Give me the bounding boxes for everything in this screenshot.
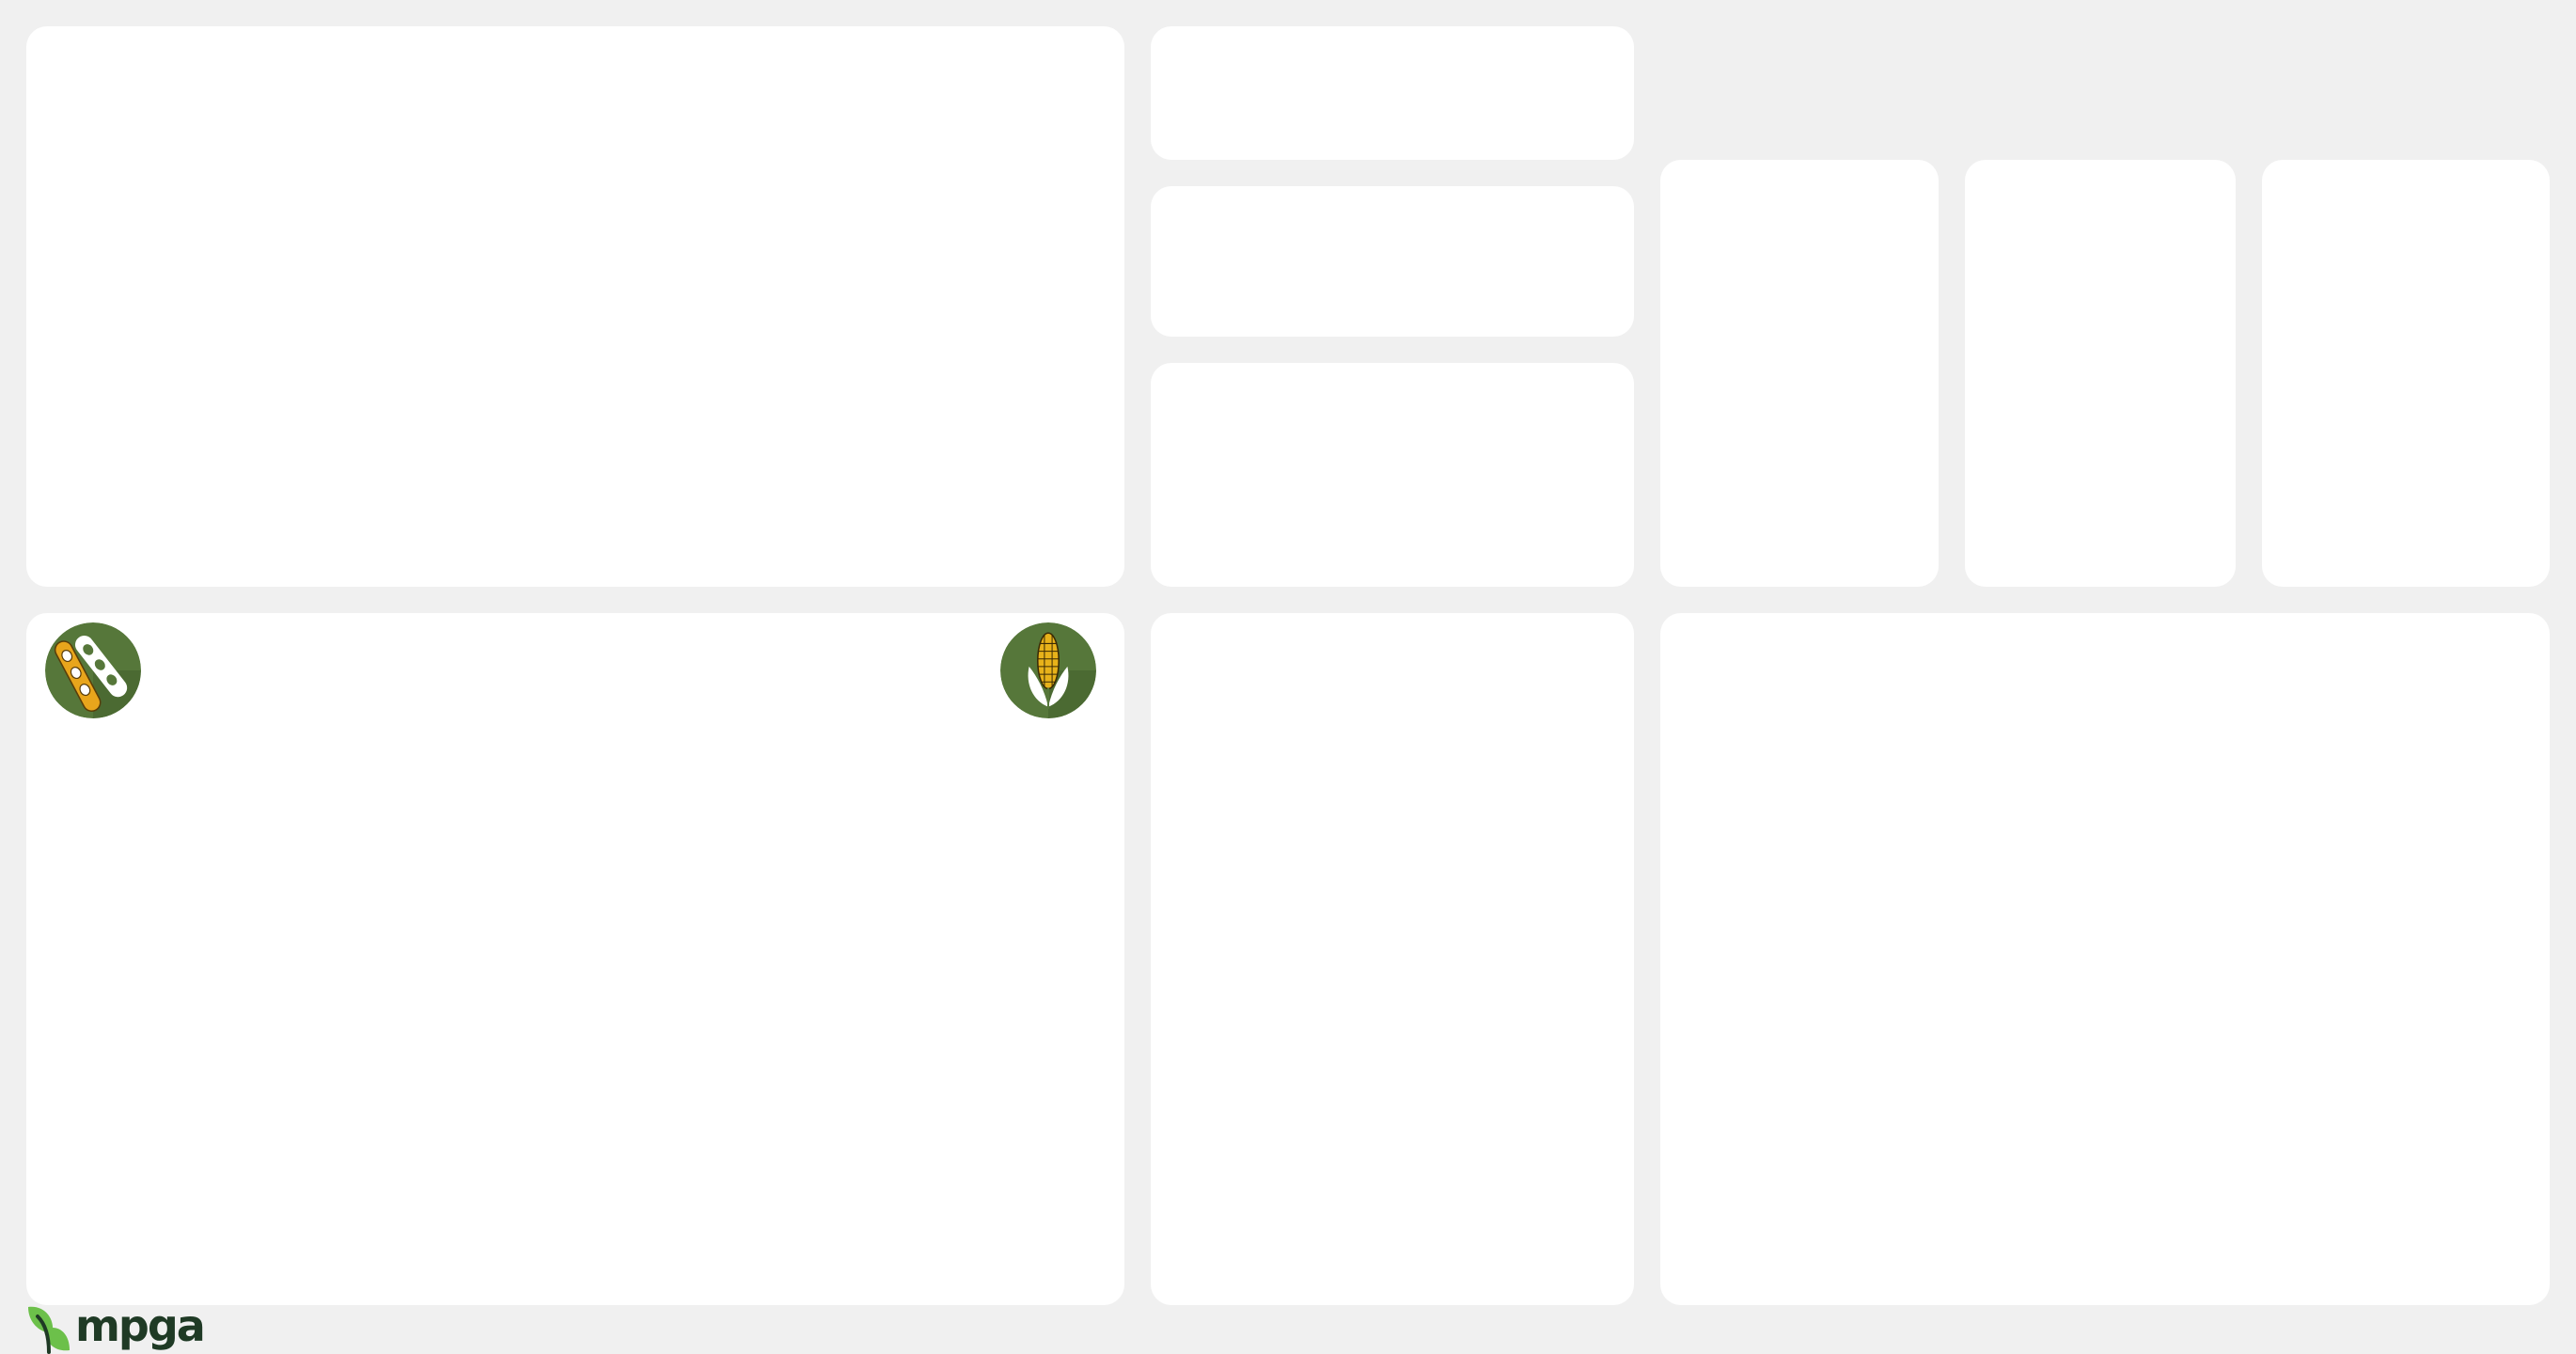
corn-icon[interactable]	[1000, 622, 1096, 718]
soybean-icon[interactable]	[45, 622, 141, 718]
bottom-left-panel	[26, 613, 1124, 1305]
middle-panel-2	[1151, 186, 1634, 337]
bottom-right-panel	[1660, 613, 2550, 1305]
top-left-panel	[26, 26, 1124, 587]
middle-panel-3	[1151, 363, 1634, 587]
mpga-logo[interactable]: mpga	[24, 1300, 206, 1354]
logo-text: mpga	[75, 1300, 206, 1351]
small-panel-1	[1660, 160, 1939, 587]
small-panel-2	[1965, 160, 2236, 587]
middle-panel-1	[1151, 26, 1634, 160]
bottom-middle-panel	[1151, 613, 1634, 1305]
mpga-logo-mark-icon	[28, 1306, 70, 1354]
small-panel-3	[2262, 160, 2550, 587]
